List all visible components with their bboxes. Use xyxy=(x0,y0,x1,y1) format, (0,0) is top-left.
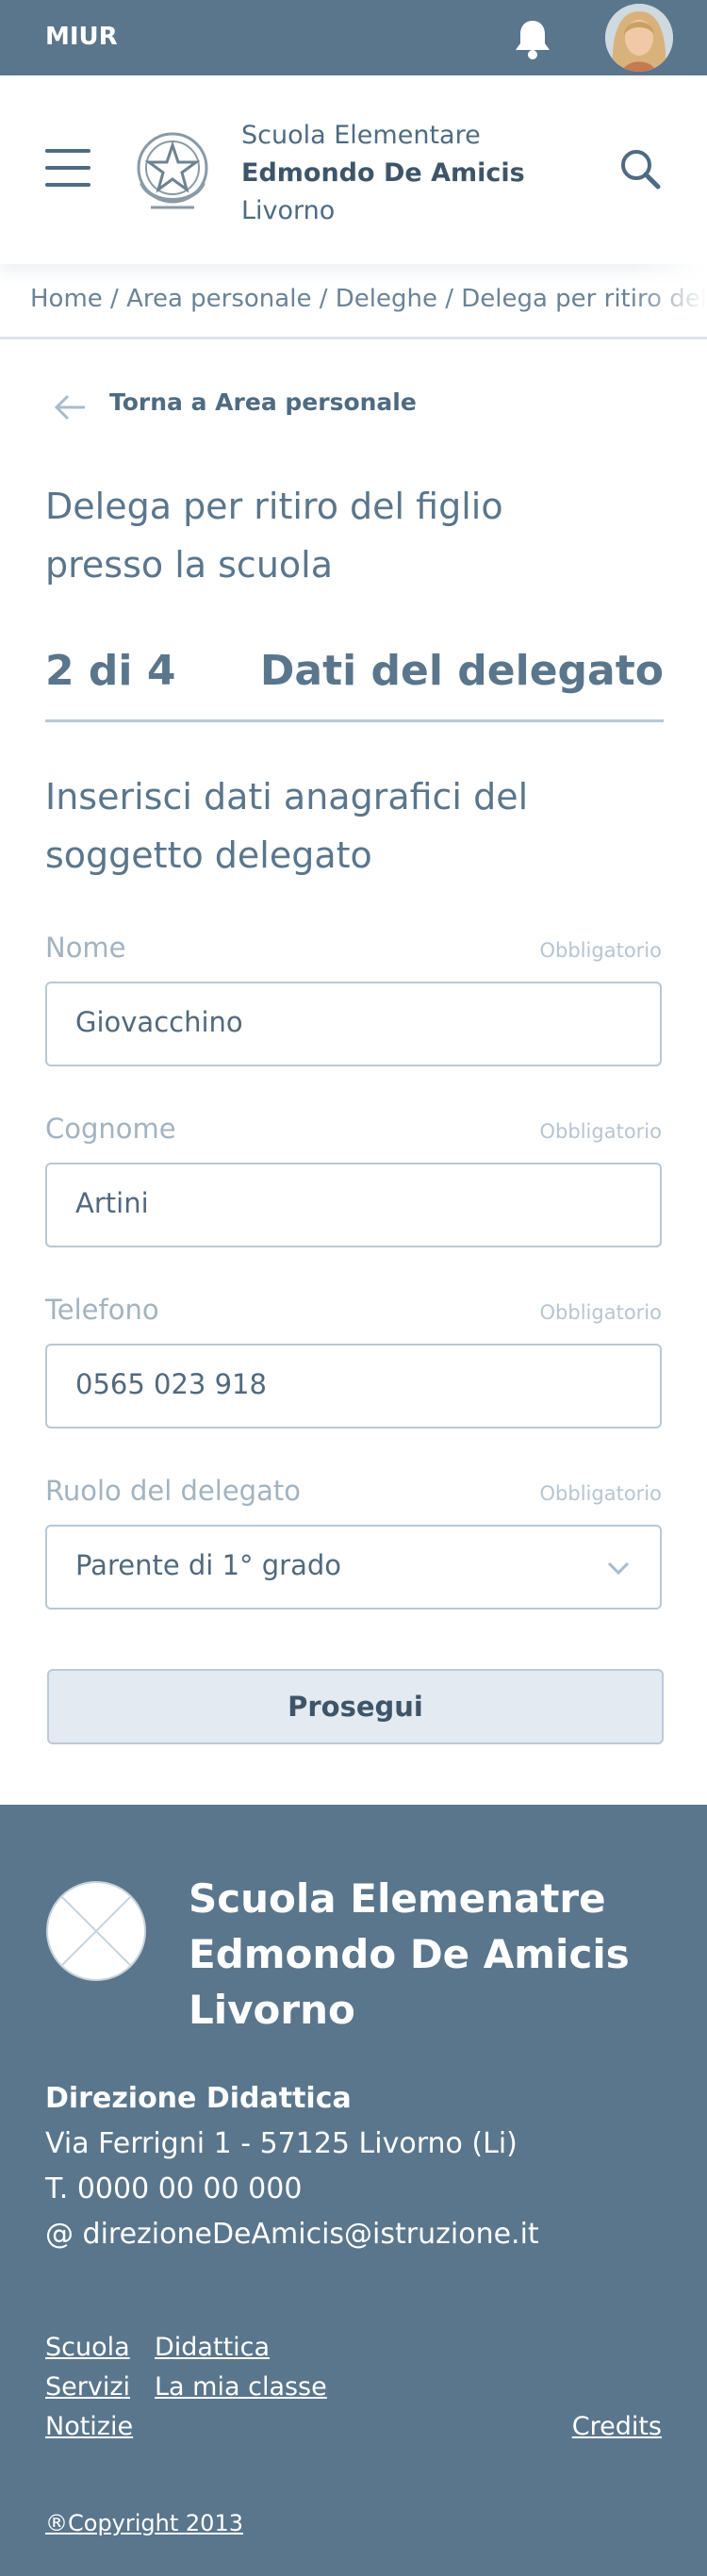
footer-school-line3: Livorno xyxy=(189,1987,355,2033)
cognome-required-hint: Obbligatorio xyxy=(539,1120,662,1143)
nome-label: Nome xyxy=(45,932,126,964)
cognome-label: Cognome xyxy=(45,1113,176,1145)
ruolo-value: Parente di 1° grado xyxy=(75,1549,341,1581)
step-name: Dati del delegato xyxy=(259,647,664,695)
footer-phone[interactable]: T. 0000 00 00 000 xyxy=(45,2172,302,2205)
footer-email[interactable]: @ direzioneDeAmicis@istruzione.it xyxy=(45,2218,539,2251)
nome-field[interactable]: Giovacchino xyxy=(45,982,662,1066)
hamburger-menu-icon[interactable] xyxy=(45,149,90,189)
breadcrumb-fade xyxy=(632,264,707,337)
telefono-field[interactable]: 0565 023 918 xyxy=(45,1344,662,1428)
breadcrumb: Home / Area personale / Deleghe / Delega… xyxy=(0,264,707,339)
telefono-value: 0565 023 918 xyxy=(75,1368,267,1400)
ruolo-required-hint: Obbligatorio xyxy=(539,1482,662,1505)
footer-school-line1: Scuola Elemenatre xyxy=(189,1875,606,1922)
footer-link-credits[interactable]: Credits xyxy=(572,2412,662,2441)
footer-link-notizie[interactable]: Notizie xyxy=(45,2412,133,2441)
step-indicator: 2 di 4 Dati del delegato xyxy=(45,641,664,722)
telefono-label: Telefono xyxy=(45,1294,159,1326)
page-title: Delega per ritiro del figlio presso la s… xyxy=(45,486,503,586)
ruolo-label: Ruolo del delegato xyxy=(45,1475,301,1507)
footer-school-line2: Edmondo De Amicis xyxy=(189,1931,630,1977)
footer-address: Via Ferrigni 1 - 57125 Livorno (Li) xyxy=(45,2127,518,2160)
footer-link-didattica[interactable]: Didattica xyxy=(155,2333,270,2362)
ruolo-select[interactable]: Parente di 1° grado xyxy=(45,1525,662,1610)
school-name[interactable]: Scuola Elementare Edmondo De Amicis Livo… xyxy=(241,117,525,230)
back-link-label: Torna a Area personale xyxy=(109,388,417,416)
footer-school-name: Scuola Elemenatre Edmondo De Amicis Livo… xyxy=(189,1871,630,2038)
footer-link-la-mia-classe[interactable]: La mia classe xyxy=(155,2372,327,2402)
footer-link-servizi[interactable]: Servizi xyxy=(45,2372,130,2402)
nome-value: Giovacchino xyxy=(75,1006,243,1038)
top-bar: MIUR xyxy=(0,0,707,75)
footer-link-scuola[interactable]: Scuola xyxy=(45,2333,130,2362)
school-city: Livorno xyxy=(241,196,336,225)
cognome-field[interactable]: Artini xyxy=(45,1163,662,1247)
italian-republic-emblem-icon[interactable] xyxy=(132,123,213,217)
search-icon[interactable] xyxy=(618,147,664,192)
bell-icon[interactable] xyxy=(511,17,554,62)
arrow-left-icon xyxy=(53,392,87,422)
footer-direction-title: Direzione Didattica xyxy=(45,2082,352,2115)
site-header: Scuola Elementare Edmondo De Amicis Livo… xyxy=(0,75,707,264)
school-logo-placeholder-icon xyxy=(45,1880,147,1982)
ministry-brand[interactable]: MIUR xyxy=(45,23,118,51)
site-footer: Scuola Elemenatre Edmondo De Amicis Livo… xyxy=(0,1805,707,2576)
user-avatar[interactable] xyxy=(605,4,673,72)
nome-required-hint: Obbligatorio xyxy=(539,939,662,962)
school-type: Scuola Elementare xyxy=(241,121,481,150)
school-title: Edmondo De Amicis xyxy=(241,158,525,188)
section-title: Inserisci dati anagrafici del soggetto d… xyxy=(45,776,529,876)
breadcrumb-trail[interactable]: Home / Area personale / Deleghe / Delega… xyxy=(30,285,707,313)
step-count: 2 di 4 xyxy=(45,647,176,695)
prosegui-button[interactable]: Prosegui xyxy=(47,1669,664,1744)
telefono-required-hint: Obbligatorio xyxy=(539,1301,662,1324)
cognome-value: Artini xyxy=(75,1187,149,1219)
chevron-down-icon[interactable] xyxy=(605,1555,632,1581)
footer-copyright[interactable]: ®Copyright 2013 xyxy=(45,2510,243,2536)
